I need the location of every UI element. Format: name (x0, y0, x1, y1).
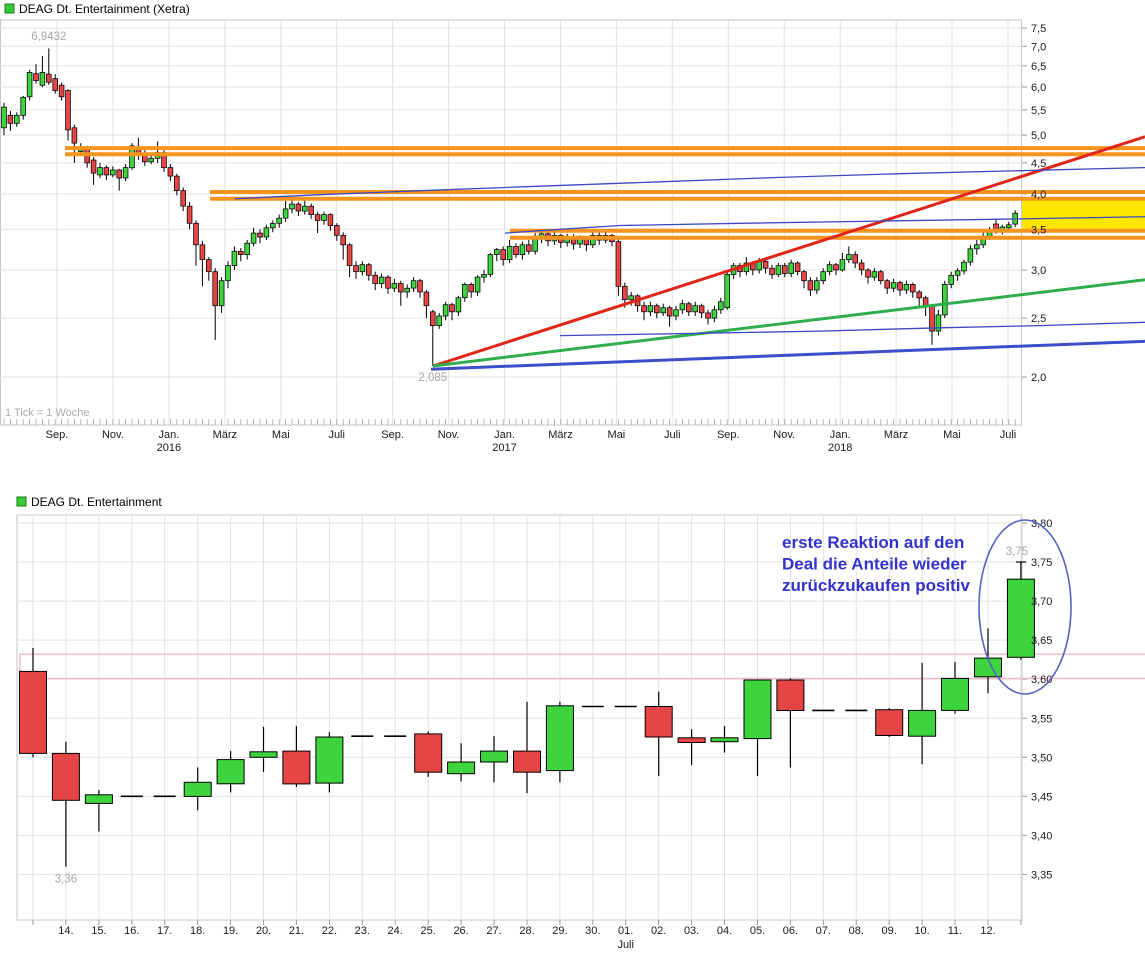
weekly-grid (0, 20, 1027, 425)
svg-text:Nov.: Nov. (773, 429, 795, 441)
svg-text:3,35: 3,35 (1031, 869, 1052, 881)
daily-legend-swatch-icon (17, 497, 26, 506)
svg-text:3,40: 3,40 (1031, 830, 1052, 842)
svg-text:27.: 27. (486, 925, 501, 937)
svg-text:5,0: 5,0 (1031, 130, 1046, 142)
svg-text:4,5: 4,5 (1031, 158, 1046, 170)
svg-text:16.: 16. (124, 925, 139, 937)
svg-text:21.: 21. (289, 925, 304, 937)
svg-text:26.: 26. (453, 925, 468, 937)
daily-low-label: 3,36 (55, 874, 77, 886)
weekly-high-label: 6,9432 (31, 31, 66, 43)
svg-text:Mai: Mai (272, 429, 290, 441)
svg-text:7,0: 7,0 (1031, 41, 1046, 53)
svg-text:Juli: Juli (617, 939, 634, 951)
svg-text:24.: 24. (388, 925, 403, 937)
tick-interval-note: 1 Tick = 1 Woche (5, 407, 89, 419)
svg-text:12.: 12. (980, 925, 995, 937)
svg-text:10.: 10. (914, 925, 929, 937)
svg-text:4,0: 4,0 (1031, 189, 1046, 201)
svg-text:3,70: 3,70 (1031, 596, 1052, 608)
svg-text:3,5: 3,5 (1031, 224, 1046, 236)
svg-text:25.: 25. (421, 925, 436, 937)
svg-text:29.: 29. (552, 925, 567, 937)
svg-text:3,65: 3,65 (1031, 635, 1052, 647)
chart-page: 7,5 7,0 6,5 6,0 5,5 5,0 4,5 4,0 3,5 3,0 2,5 2,0 Sep.… (0, 0, 1145, 958)
svg-text:Jan.: Jan. (159, 429, 180, 441)
svg-text:04.: 04. (717, 925, 732, 937)
svg-text:5,5: 5,5 (1031, 105, 1046, 117)
svg-text:3,55: 3,55 (1031, 713, 1052, 725)
stock-charts-canvas: 7,5 7,0 6,5 6,0 5,5 5,0 4,5 4,0 3,5 3,0 2,5 2,0 Sep.… (0, 0, 1145, 958)
svg-text:6,5: 6,5 (1031, 61, 1046, 73)
svg-text:14.: 14. (58, 925, 73, 937)
svg-text:3,0: 3,0 (1031, 265, 1046, 277)
svg-text:Nov.: Nov. (102, 429, 124, 441)
svg-text:Sep.: Sep. (46, 429, 69, 441)
svg-text:6,0: 6,0 (1031, 82, 1046, 94)
svg-text:22.: 22. (322, 925, 337, 937)
svg-text:05.: 05. (750, 925, 765, 937)
svg-text:Nov.: Nov. (438, 429, 460, 441)
svg-text:09.: 09. (882, 925, 897, 937)
svg-text:Sep.: Sep. (717, 429, 740, 441)
svg-text:30.: 30. (585, 925, 600, 937)
svg-text:2017: 2017 (492, 442, 516, 454)
svg-text:7,5: 7,5 (1031, 23, 1046, 35)
svg-text:Juli: Juli (1000, 429, 1017, 441)
svg-text:03.: 03. (684, 925, 699, 937)
resistance-lines (65, 148, 1145, 238)
weekly-chart-title: DEAG Dt. Entertainment (Xetra) (19, 2, 190, 16)
svg-text:2016: 2016 (157, 442, 181, 454)
svg-text:Jan.: Jan. (494, 429, 515, 441)
svg-text:Juli: Juli (328, 429, 345, 441)
svg-text:Mai: Mai (943, 429, 961, 441)
weekly-legend-swatch-icon (5, 4, 14, 13)
svg-text:Mai: Mai (608, 429, 626, 441)
svg-text:07.: 07. (816, 925, 831, 937)
svg-text:20.: 20. (256, 925, 271, 937)
svg-text:06.: 06. (783, 925, 798, 937)
svg-text:zurückzukaufen positiv: zurückzukaufen positiv (782, 576, 971, 595)
svg-text:18.: 18. (190, 925, 205, 937)
svg-text:23.: 23. (355, 925, 370, 937)
daily-chart-title: DEAG Dt. Entertainment (31, 495, 162, 509)
svg-text:2,5: 2,5 (1031, 313, 1046, 325)
svg-text:2018: 2018 (828, 442, 852, 454)
daily-chart: 3,803,753,703,653,603,553,503,453,403,35… (17, 515, 1145, 951)
svg-text:März: März (884, 429, 908, 441)
svg-text:11.: 11. (948, 925, 962, 937)
svg-text:Juli: Juli (664, 429, 681, 441)
weekly-low-label: 2,085 (418, 372, 447, 384)
svg-text:28.: 28. (519, 925, 534, 937)
svg-text:erste Reaktion auf den: erste Reaktion auf den (782, 533, 964, 552)
svg-text:März: März (548, 429, 572, 441)
svg-text:Jan.: Jan. (830, 429, 851, 441)
svg-text:02.: 02. (651, 925, 666, 937)
svg-text:15.: 15. (91, 925, 106, 937)
svg-text:08.: 08. (849, 925, 864, 937)
svg-text:19.: 19. (223, 925, 238, 937)
svg-text:März: März (213, 429, 237, 441)
svg-text:Sep.: Sep. (381, 429, 404, 441)
svg-text:Deal die Anteile wieder: Deal die Anteile wieder (782, 555, 967, 574)
weekly-chart: 7,5 7,0 6,5 6,0 5,5 5,0 4,5 4,0 3,5 3,0 2,5 2,0 Sep.… (0, 20, 1145, 454)
ma-lower (560, 322, 1145, 335)
svg-text:3,80: 3,80 (1031, 518, 1052, 530)
svg-text:01.: 01. (618, 925, 633, 937)
daily-high-label: 3,75 (1006, 546, 1028, 558)
svg-text:3,45: 3,45 (1031, 791, 1052, 803)
annotation-text: erste Reaktion auf den Deal die Anteile w… (782, 533, 971, 595)
svg-text:2,0: 2,0 (1031, 372, 1046, 384)
svg-text:17.: 17. (157, 925, 172, 937)
svg-text:3,50: 3,50 (1031, 752, 1052, 764)
svg-text:3,75: 3,75 (1031, 557, 1052, 569)
